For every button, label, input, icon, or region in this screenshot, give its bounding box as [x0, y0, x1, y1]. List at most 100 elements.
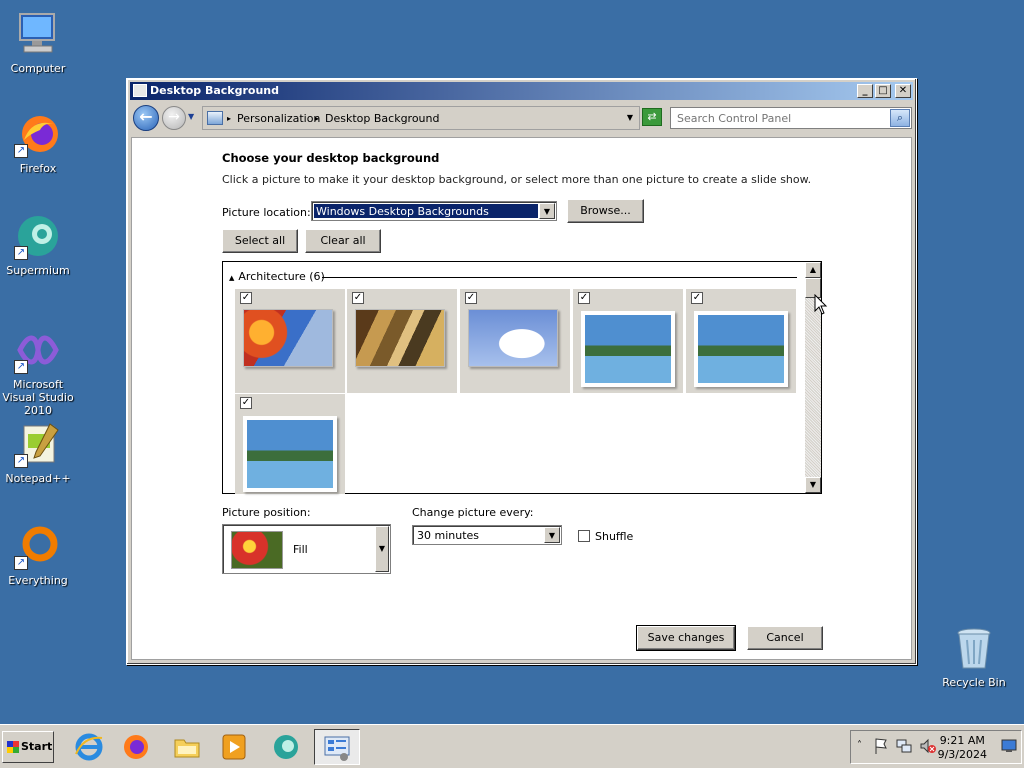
taskbar-control-panel[interactable]: [314, 729, 360, 765]
search-icon: ⌕: [896, 111, 904, 124]
taskbar: Start ˄ 9:21 AM 9/3/2024: [0, 724, 1024, 768]
wallpaper-thumbnail: [243, 309, 333, 367]
show-hidden-icons-button[interactable]: ˄: [857, 740, 862, 751]
taskbar-supermium[interactable]: [265, 729, 307, 765]
clock[interactable]: 9:21 AM 9/3/2024: [938, 734, 987, 762]
desktop-icon-supermium[interactable]: ↗ Supermium: [0, 212, 76, 277]
picture-tile[interactable]: ✓: [235, 394, 345, 494]
wallpaper-thumbnail: [581, 311, 675, 387]
picture-tile[interactable]: ✓: [460, 289, 570, 393]
chevron-right-icon: ▸: [315, 114, 320, 123]
desktop-icon-label: Supermium: [6, 264, 70, 277]
page-description: Click a picture to make it your desktop …: [222, 173, 812, 186]
supermium-icon: [271, 732, 301, 762]
desktop-icon-computer[interactable]: Computer: [0, 10, 76, 75]
everything-icon: ↗: [14, 522, 62, 570]
computer-icon: [14, 10, 62, 58]
forward-button[interactable]: →: [162, 106, 186, 130]
taskbar-media-player[interactable]: [213, 729, 255, 765]
desktop-icon-label: Firefox: [19, 162, 57, 175]
desktop-icon-firefox[interactable]: ↗ Firefox: [0, 110, 76, 175]
desktop-icon-label: Microsoft Visual Studio 2010: [2, 378, 74, 417]
tile-checkbox[interactable]: ✓: [352, 292, 364, 304]
start-button[interactable]: Start: [2, 731, 54, 763]
select-all-button[interactable]: Select all: [222, 229, 298, 253]
firefox-icon: [121, 732, 151, 762]
collapse-triangle-icon: ▲: [229, 274, 235, 282]
maximize-button[interactable]: □: [875, 84, 891, 98]
window-titlebar[interactable]: Desktop Background _ □ ✕: [130, 82, 913, 100]
control-panel-icon: [207, 111, 223, 125]
desktop-icon-recycle-bin[interactable]: Recycle Bin: [936, 624, 1012, 689]
desktop-icon-notepadpp[interactable]: ↗ Notepad++: [0, 420, 76, 485]
control-panel-icon: [322, 733, 352, 763]
group-label: Architecture (6): [238, 270, 325, 283]
back-button[interactable]: ←: [133, 105, 159, 131]
control-panel-icon: [133, 84, 147, 97]
notepadpp-icon: ↗: [14, 420, 62, 468]
picture-location-label: Picture location:: [222, 206, 311, 219]
tile-checkbox[interactable]: ✓: [465, 292, 477, 304]
picture-location-value: Windows Desktop Backgrounds: [314, 204, 538, 218]
picture-gallery: ▲ Architecture (6) ✓ ✓ ✓ ✓ ✓ ✓ ▲ ▼: [222, 261, 822, 494]
search-box: ⌕: [670, 107, 912, 129]
wallpaper-thumbnail: [468, 309, 558, 367]
tile-checkbox[interactable]: ✓: [578, 292, 590, 304]
scroll-down-button[interactable]: ▼: [805, 477, 821, 493]
tile-checkbox[interactable]: ✓: [240, 397, 252, 409]
change-picture-every-select[interactable]: 30 minutes ▼: [412, 525, 562, 545]
wallpaper-thumbnail: [694, 311, 788, 387]
picture-tile[interactable]: ✓: [573, 289, 683, 393]
picture-tile[interactable]: ✓: [347, 289, 457, 393]
picture-position-select[interactable]: Fill ▼: [222, 524, 391, 574]
picture-tile[interactable]: ✓: [686, 289, 796, 393]
action-center-flag-icon[interactable]: [873, 737, 889, 758]
page-title: Choose your desktop background: [222, 151, 440, 165]
picture-location-select[interactable]: Windows Desktop Backgrounds ▼: [311, 201, 557, 221]
minimize-button[interactable]: _: [857, 84, 873, 98]
back-arrow-icon: ←: [139, 107, 153, 126]
clock-time: 9:21 AM: [939, 734, 985, 747]
taskbar-internet-explorer[interactable]: [68, 729, 110, 765]
internet-explorer-icon: [74, 732, 104, 762]
shortcut-arrow-icon: ↗: [14, 360, 28, 374]
scroll-up-button[interactable]: ▲: [805, 262, 821, 278]
group-header-architecture[interactable]: ▲ Architecture (6): [229, 270, 797, 283]
picture-tile[interactable]: ✓: [235, 289, 345, 393]
chevron-down-icon[interactable]: ▼: [544, 527, 560, 543]
shuffle-checkbox[interactable]: [578, 530, 590, 542]
breadcrumb-personalization[interactable]: Personalization: [237, 112, 320, 125]
chevron-down-icon[interactable]: ▼: [375, 526, 389, 572]
breadcrumb-desktop-background[interactable]: Desktop Background: [325, 112, 440, 125]
group-divider: [322, 277, 797, 278]
clear-all-button[interactable]: Clear all: [305, 229, 381, 253]
forward-arrow-icon: →: [168, 109, 180, 125]
shuffle-label[interactable]: Shuffle: [595, 530, 633, 543]
taskbar-firefox[interactable]: [115, 729, 157, 765]
recent-pages-dropdown[interactable]: ▼: [188, 112, 194, 121]
search-input[interactable]: [671, 108, 889, 128]
browse-button[interactable]: Browse...: [567, 199, 644, 223]
desktop-icon-everything[interactable]: ↗ Everything: [0, 522, 76, 587]
tile-checkbox[interactable]: ✓: [691, 292, 703, 304]
network-icon[interactable]: [895, 737, 913, 758]
volume-muted-icon[interactable]: [919, 737, 937, 758]
visual-studio-icon: ↗: [14, 326, 62, 374]
desktop-background-window: Desktop Background _ □ ✕ ← → ▼ ▸ Persona…: [126, 78, 917, 665]
desktop-icon-visual-studio[interactable]: ↗ Microsoft Visual Studio 2010: [0, 326, 76, 417]
close-button[interactable]: ✕: [895, 84, 911, 98]
chevron-down-icon[interactable]: ▼: [627, 113, 633, 122]
taskbar-file-explorer[interactable]: [166, 729, 208, 765]
save-changes-button[interactable]: Save changes: [636, 625, 736, 651]
supermium-icon: ↗: [14, 212, 62, 260]
cancel-button[interactable]: Cancel: [747, 626, 823, 650]
show-desktop-icon[interactable]: [1001, 739, 1017, 756]
tile-checkbox[interactable]: ✓: [240, 292, 252, 304]
chevron-right-icon: ▸: [227, 114, 232, 123]
chevron-down-icon[interactable]: ▼: [539, 203, 555, 219]
refresh-button[interactable]: ⇄: [642, 108, 662, 126]
search-button[interactable]: ⌕: [890, 109, 910, 127]
media-player-icon: [219, 732, 249, 762]
address-bar: ← → ▼ ▸ Personalization ▸ Desktop Backgr…: [130, 102, 913, 134]
breadcrumb[interactable]: ▸ Personalization ▸ Desktop Background ▼: [202, 106, 640, 130]
